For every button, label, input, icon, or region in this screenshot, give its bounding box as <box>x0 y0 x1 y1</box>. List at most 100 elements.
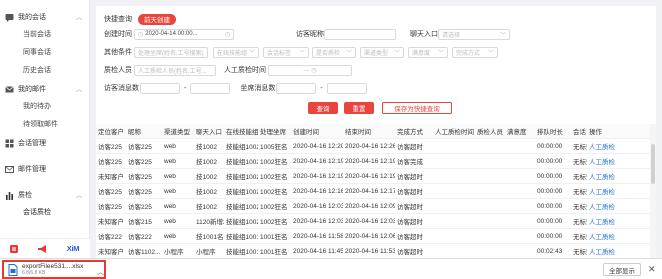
manual-qa-link[interactable]: 人工质检 <box>587 231 617 241</box>
completion-method-placeholder: 完成方式 <box>456 50 481 57</box>
table-cell: 小程序 <box>164 249 184 256</box>
nav-group-quality-check[interactable]: 质检 ︿ <box>0 186 89 204</box>
chat-entry-select[interactable]: 请选择 ﹀ <box>438 28 510 40</box>
table-cell: 访客225 <box>128 159 152 166</box>
query-button[interactable]: 查询 <box>308 102 338 114</box>
create-time-input[interactable]: ◷ 2020-04-14 00:00... ◷ <box>134 28 234 40</box>
nav-item-my-todo[interactable]: 我的待办 <box>0 98 89 116</box>
table-cell: 访客1102... <box>128 249 161 256</box>
table-cell: 1002狂名 <box>260 219 288 226</box>
table-cell: 无标签 <box>573 234 587 241</box>
column-header: 结束时间 <box>345 129 371 136</box>
manual-qa-link[interactable]: 人工质检 <box>587 141 617 151</box>
nav-item-chat-quality-check[interactable]: 会话质检 <box>0 204 89 222</box>
table-cell: 00:00:00 <box>537 202 563 210</box>
sidebar: 我的会话 ︿ 当前会话 同事会话 历史会话 我的邮件 ︿ 我的待办 待领取邮件 … <box>0 0 90 258</box>
chevron-up-icon: ︿ <box>75 192 83 199</box>
nav-item-history-chats[interactable]: 历史会话 <box>0 62 89 80</box>
nav-item-current-chats[interactable]: 当前会话 <box>0 26 89 44</box>
xiaomi-logo-icon[interactable]: XiM <box>63 242 83 256</box>
agent-msg-max-input[interactable] <box>326 82 367 94</box>
table-row[interactable]: 访客225 访客225 web 技1002 技能组1002 1002狂名 2020-04-1… <box>96 154 656 169</box>
table-cell: 访客225 <box>128 144 152 151</box>
chevron-down-icon: ﹀ <box>393 50 400 57</box>
close-icon[interactable]: ✕ <box>648 264 656 275</box>
table-cell: 技1002 <box>196 204 217 211</box>
qa-time-input[interactable]: — ◷ <box>268 64 352 76</box>
download-filename: exportFilee531....xlsx <box>22 263 84 270</box>
column-header: 渠道类型 <box>164 129 190 136</box>
channel-type-select[interactable]: 渠道类型 ﹀ <box>360 46 404 58</box>
column-header: 定位客户 <box>98 129 124 136</box>
table-cell: 无标签 <box>573 204 587 211</box>
table-cell: 2020-04-16 12:06... <box>345 232 395 240</box>
completion-method-select[interactable]: 完成方式 ﹀ <box>452 46 498 58</box>
manual-qa-link[interactable]: 人工质检 <box>587 246 617 256</box>
table-cell: 1002狂名 <box>260 174 288 181</box>
table-cell: 技能组1002 <box>226 204 258 211</box>
filter-panel: 快捷查询 前天创建 创建时间 ◷ 2020-04-14 00:00... ◷ 访… <box>96 6 656 124</box>
agent-search-input[interactable]: 处理坐席(姓名,工号搜索) <box>134 46 208 58</box>
table-row[interactable]: 访客222 访客222 web 技1001名...技能组10011001狂名 2020-… <box>96 229 656 244</box>
column-header: 满意度 <box>507 129 527 136</box>
visitor-msg-min-input[interactable] <box>140 82 180 94</box>
visitor-name-input[interactable] <box>324 28 396 40</box>
nav-group-my-mail[interactable]: 我的邮件 ︿ <box>0 80 89 98</box>
range-separator: - <box>184 84 187 92</box>
save-quick-query-button[interactable]: 保存为快捷查询 <box>382 102 452 114</box>
manual-qa-link[interactable]: 人工质检 <box>587 201 617 211</box>
chevron-down-icon: ﹀ <box>345 50 352 57</box>
table-cell: 2020-04-16 12:03... <box>293 217 343 225</box>
reset-button[interactable]: 重置 <box>344 102 374 114</box>
nav-group-mail-management[interactable]: 邮件管理 <box>0 160 89 178</box>
quick-tag-day-before-yesterday[interactable]: 前天创建 <box>138 13 176 25</box>
agent-search-placeholder: 处理坐席(姓名,工号搜索) <box>138 50 204 57</box>
chat-tag-select[interactable]: 会话标签 ﹀ <box>263 46 309 58</box>
megaphone-icon[interactable] <box>35 242 49 256</box>
skill-group-select[interactable]: 在线技能组 ﹀ <box>213 46 259 58</box>
nav-group-chat-management[interactable]: 会话管理 <box>0 134 89 152</box>
quick-query-label: 快捷查询 <box>104 16 132 23</box>
manual-qa-link[interactable]: 人工质检 <box>587 216 617 226</box>
table-cell: web <box>164 217 176 225</box>
table-cell: 00:00:00 <box>537 157 563 165</box>
qa-person-input[interactable]: 人工质检人员(姓名,工号... <box>134 64 216 76</box>
vertical-scrollbar[interactable] <box>650 124 656 258</box>
nav-item-unclaimed-mail[interactable]: 待领取邮件 <box>0 116 89 134</box>
table-row[interactable]: 访客225 访客225 web 技1002 技能组1002 1002狂名 2020-04-1… <box>96 184 656 199</box>
clock-icon: — ◷ <box>303 67 317 74</box>
agent-msg-count-label: 坐席消息数 <box>240 85 276 92</box>
table-cell: 2020-04-16 11:45... <box>293 247 343 255</box>
download-bar: exportFilee531....xlsx 6.8/6.8 KB ︿ 全部显示… <box>0 258 662 279</box>
clock-icon: ◷ <box>224 31 230 38</box>
table-cell: 00:02:43 <box>537 247 563 255</box>
table-row[interactable]: 未知客户 访客1102... 小程序 小程序 技能组1001 1001狂名 2020-04-… <box>96 244 656 259</box>
table-row[interactable]: 访客225 访客225 web 技1002 技能组1002 1005狂名 2020-04-1… <box>96 139 656 154</box>
table-row[interactable]: 访客225 访客225 web 技1002 技能组1002 1002狂名 2020-04-1… <box>96 199 656 214</box>
visitor-name-label: 访客昵称 <box>296 31 324 38</box>
manual-qa-link[interactable]: 人工质检 <box>587 171 617 181</box>
chevron-down-icon: ﹀ <box>487 50 494 57</box>
nav-group-my-chats[interactable]: 我的会话 ︿ <box>0 8 89 26</box>
chat-tag-placeholder: 会话标签 <box>267 50 292 57</box>
manual-qa-link[interactable]: 人工质检 <box>587 186 617 196</box>
show-all-downloads-button[interactable]: 全部显示 <box>603 263 641 276</box>
nav-group-label: 邮件管理 <box>18 166 46 173</box>
table-cell: 2020-04-16 12:19... <box>345 157 395 165</box>
agent-msg-min-input[interactable] <box>276 82 317 94</box>
nav-item-colleague-chats[interactable]: 同事会话 <box>0 44 89 62</box>
download-item[interactable]: exportFilee531....xlsx 6.8/6.8 KB ︿ <box>2 260 106 279</box>
manual-qa-link[interactable]: 人工质检 <box>587 156 617 166</box>
table-row[interactable]: 未知客户 访客215 web 1120新增2 技能组1002 1002狂名 2020-04-… <box>96 214 656 229</box>
table-cell: web <box>164 157 176 165</box>
chevron-down-icon: ﹀ <box>248 50 255 57</box>
visitor-msg-max-input[interactable] <box>190 82 231 94</box>
qa-status-select[interactable]: 是否质检 ﹀ <box>312 46 356 58</box>
scrollbar-thumb[interactable] <box>651 144 655 184</box>
satisfaction-select[interactable]: 满意度 ﹀ <box>408 46 448 58</box>
table-row[interactable]: 未知客户 访客225 web 技1002 技能组1002 1002狂名 2020-04-16… <box>96 169 656 184</box>
table-cell: 未知客户 <box>98 174 124 181</box>
chevron-up-icon[interactable]: ︿ <box>97 267 104 277</box>
table-cell: web <box>164 187 176 195</box>
red-square-icon[interactable] <box>7 242 21 256</box>
